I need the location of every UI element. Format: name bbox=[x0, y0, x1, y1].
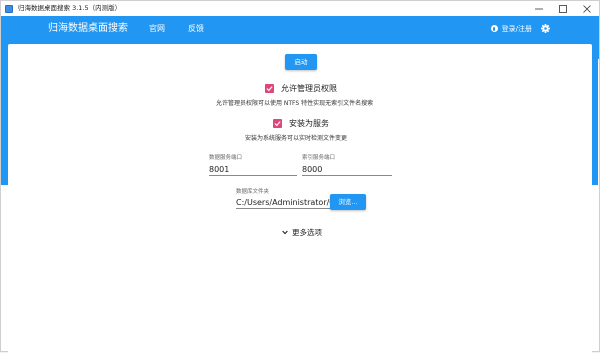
db-folder-value: C:/Users/Administrator/C bbox=[236, 198, 330, 207]
window-controls bbox=[527, 1, 599, 16]
data-port-input[interactable]: 8001 bbox=[209, 163, 297, 176]
start-button[interactable]: 启动 bbox=[285, 54, 317, 70]
more-options-label: 更多选项 bbox=[292, 227, 322, 237]
minimize-button[interactable] bbox=[527, 1, 551, 16]
maximize-icon bbox=[559, 4, 567, 13]
index-port-input[interactable]: 8000 bbox=[302, 163, 392, 176]
more-options-toggle[interactable]: 更多选项 bbox=[282, 227, 322, 237]
index-port-label: 索引服务端口 bbox=[302, 155, 336, 161]
login-button[interactable]: 登录/注册 bbox=[490, 16, 532, 41]
app-icon bbox=[5, 4, 13, 13]
info-icon bbox=[490, 25, 498, 32]
db-folder-label: 数据库文件夹 bbox=[236, 189, 270, 195]
checkbox-checked-icon bbox=[273, 118, 282, 128]
title-bar[interactable]: 归海数据桌面搜索 3.1.5（内测版） bbox=[1, 1, 599, 16]
minimize-icon bbox=[535, 8, 543, 9]
settings-button[interactable] bbox=[539, 22, 551, 34]
brand-title: 归海数据桌面搜索 bbox=[48, 23, 128, 34]
data-port-value: 8001 bbox=[209, 165, 230, 174]
header-accent-right bbox=[591, 59, 598, 185]
close-button[interactable] bbox=[575, 1, 599, 16]
gear-icon bbox=[540, 23, 550, 33]
browse-button[interactable]: 浏览... bbox=[330, 194, 366, 210]
data-port-label: 数据服务端口 bbox=[209, 155, 243, 161]
nav-feedback-link[interactable]: 反馈 bbox=[188, 16, 204, 41]
header-accent-left bbox=[1, 59, 8, 185]
admin-permission-hint: 允许管理员权限可以使用 NTFS 特性实现无索引文件名搜索 bbox=[216, 100, 374, 107]
chevron-down-icon bbox=[282, 230, 288, 235]
install-service-label: 安装为服务 bbox=[289, 118, 329, 128]
nav-home-link[interactable]: 官网 bbox=[149, 16, 165, 41]
install-service-checkbox[interactable]: 安装为服务 bbox=[273, 117, 329, 129]
install-service-hint: 安装为系统服务可以实时检测文件变更 bbox=[245, 135, 348, 142]
admin-permission-checkbox[interactable]: 允许管理员权限 bbox=[265, 82, 337, 94]
index-port-value: 8000 bbox=[302, 165, 323, 174]
app-window: 归海数据桌面搜索 3.1.5（内测版） 归海数据桌面搜索 官网 反馈 登录/注册 bbox=[0, 0, 600, 353]
login-label: 登录/注册 bbox=[501, 24, 532, 33]
checkbox-checked-icon bbox=[265, 83, 274, 93]
close-icon bbox=[583, 4, 591, 13]
db-folder-input[interactable]: C:/Users/Administrator/C bbox=[236, 196, 330, 209]
window-title: 归海数据桌面搜索 3.1.5（内测版） bbox=[18, 4, 122, 12]
maximize-button[interactable] bbox=[551, 1, 575, 16]
admin-permission-label: 允许管理员权限 bbox=[281, 83, 337, 93]
